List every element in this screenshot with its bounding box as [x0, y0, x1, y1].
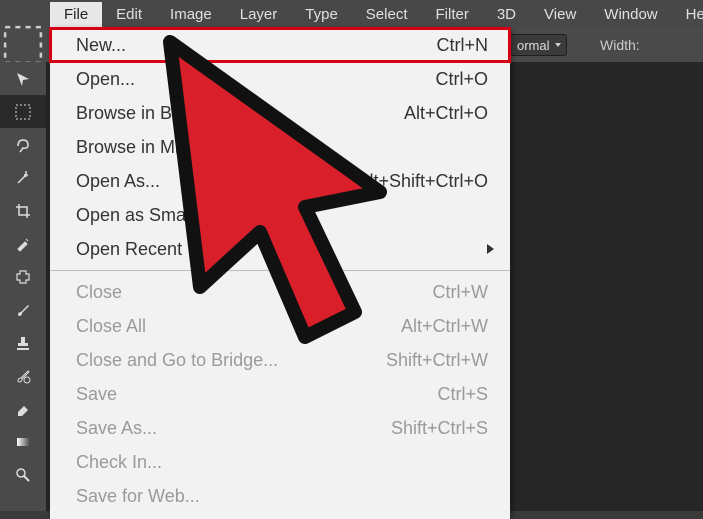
menu-item-save-web: Save for Web... [50, 479, 510, 513]
menu-image[interactable]: Image [156, 2, 226, 27]
menu-item-open-as[interactable]: Open As... Alt+Shift+Ctrl+O [50, 164, 510, 198]
menu-item-label: Browse in Bridge... [76, 103, 227, 124]
move-tool[interactable] [0, 62, 46, 95]
menu-layer[interactable]: Layer [226, 2, 292, 27]
menu-item-close-all: Close All Alt+Ctrl+W [50, 309, 510, 343]
marquee-tool[interactable] [0, 95, 46, 128]
menu-item-shortcut: Alt+Ctrl+O [404, 103, 488, 124]
tool-preset-icon[interactable] [0, 28, 46, 62]
menu-item-shortcut: Ctrl+S [437, 384, 488, 405]
menu-item-label: Save As... [76, 418, 157, 439]
width-label: Width: [600, 37, 640, 53]
menu-item-save: Save Ctrl+S [50, 377, 510, 411]
menu-item-shortcut: Alt+Ctrl+W [401, 316, 488, 337]
eyedropper-tool[interactable] [0, 227, 46, 260]
file-menu-dropdown: New... Ctrl+N Open... Ctrl+O Browse in B… [50, 28, 510, 519]
history-brush-tool[interactable] [0, 359, 46, 392]
menu-item-shortcut: Ctrl+O [435, 69, 488, 90]
menu-item-save-as: Save As... Shift+Ctrl+S [50, 411, 510, 445]
menu-item-shortcut: Shift+Ctrl+S [391, 418, 488, 439]
menu-item-label: New... [76, 35, 126, 56]
menu-item-label: Open As... [76, 171, 160, 192]
menu-view[interactable]: View [530, 2, 590, 27]
gradient-tool[interactable] [0, 425, 46, 458]
tool-palette [0, 62, 46, 511]
menu-select[interactable]: Select [352, 2, 422, 27]
menu-filter[interactable]: Filter [422, 2, 483, 27]
menu-item-label: Open... [76, 69, 135, 90]
menu-file[interactable]: File [50, 2, 102, 27]
menu-item-check-in: Check In... [50, 445, 510, 479]
menu-item-label: Open as Smart Object... [76, 205, 269, 226]
menu-item-shortcut: Alt+Shift+Ctrl+O [357, 171, 488, 192]
menu-edit[interactable]: Edit [102, 2, 156, 27]
lasso-tool[interactable] [0, 128, 46, 161]
menu-item-new[interactable]: New... Ctrl+N [50, 28, 510, 62]
menu-item-shortcut: Shift+Ctrl+W [386, 350, 488, 371]
menu-item-label: Close [76, 282, 122, 303]
menu-item-open[interactable]: Open... Ctrl+O [50, 62, 510, 96]
dodge-tool[interactable] [0, 458, 46, 491]
menu-item-label: Check In... [76, 452, 162, 473]
wand-tool[interactable] [0, 161, 46, 194]
menu-item-label: Close All [76, 316, 146, 337]
menu-help[interactable]: Help [672, 2, 703, 27]
menu-item-label: Save [76, 384, 117, 405]
eraser-tool[interactable] [0, 392, 46, 425]
healing-tool[interactable] [0, 260, 46, 293]
brush-tool[interactable] [0, 293, 46, 326]
menu-item-label: Browse in Mini Bridge... [76, 137, 265, 158]
stamp-tool[interactable] [0, 326, 46, 359]
menu-item-open-recent[interactable]: Open Recent [50, 232, 510, 266]
menu-item-open-smart[interactable]: Open as Smart Object... [50, 198, 510, 232]
menu-item-close-bridge: Close and Go to Bridge... Shift+Ctrl+W [50, 343, 510, 377]
menu-3d[interactable]: 3D [483, 2, 530, 27]
menu-type[interactable]: Type [291, 2, 352, 27]
menu-item-shortcut: Ctrl+N [436, 35, 488, 56]
crop-tool[interactable] [0, 194, 46, 227]
menu-item-close: Close Ctrl+W [50, 275, 510, 309]
menu-window[interactable]: Window [590, 2, 671, 27]
blend-mode-select[interactable]: ormal [508, 34, 567, 56]
menu-item-browse-mini[interactable]: Browse in Mini Bridge... [50, 130, 510, 164]
menubar: File Edit Image Layer Type Select Filter… [0, 0, 703, 28]
menu-item-shortcut: Ctrl+W [433, 282, 489, 303]
menu-separator [50, 270, 510, 271]
menu-item-browse-bridge[interactable]: Browse in Bridge... Alt+Ctrl+O [50, 96, 510, 130]
menu-item-label: Save for Web... [76, 486, 200, 507]
menu-item-label: Close and Go to Bridge... [76, 350, 278, 371]
menu-item-label: Open Recent [76, 239, 182, 260]
submenu-arrow-icon [487, 244, 494, 254]
